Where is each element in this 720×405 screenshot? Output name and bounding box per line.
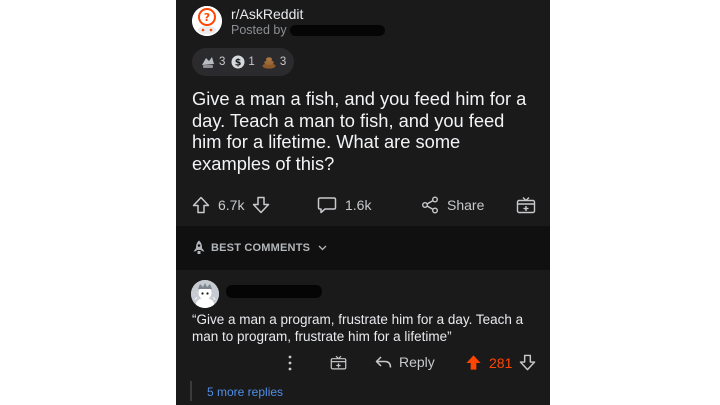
award-silver: 3 xyxy=(200,55,225,69)
post-upvote-count: 6.7k xyxy=(218,197,245,213)
share-label: Share xyxy=(447,197,485,213)
post-action-bar: 6.7k 1.6k Share xyxy=(176,192,550,220)
award-coin: $ 1 xyxy=(231,55,255,69)
comment-vote-group: 281 xyxy=(465,354,536,371)
comment-sort-bar[interactable]: BEST COMMENTS xyxy=(176,226,550,270)
reddit-post-screen: ? r/AskReddit Posted by 3 $ 1 3 Give a m… xyxy=(176,0,550,405)
svg-text:$: $ xyxy=(235,58,242,69)
comment-bubble-icon xyxy=(317,197,337,214)
reply-button[interactable]: Reply xyxy=(375,354,435,370)
sort-dropdown[interactable]: BEST COMMENTS xyxy=(192,240,327,255)
more-options-button[interactable] xyxy=(287,354,293,375)
svg-text:?: ? xyxy=(204,11,210,24)
posted-by-label: Posted by xyxy=(231,23,287,37)
comment-count: 1.6k xyxy=(345,197,372,213)
more-replies-link[interactable]: 5 more replies xyxy=(207,385,283,399)
subreddit-name[interactable]: r/AskReddit xyxy=(231,6,303,22)
subreddit-avatar[interactable]: ? xyxy=(192,6,222,36)
reply-arrow-icon xyxy=(375,355,392,368)
upvote-arrow-icon[interactable] xyxy=(192,196,210,214)
redacted-username xyxy=(289,24,385,36)
vertical-dots-icon xyxy=(288,355,292,371)
comments-button[interactable]: 1.6k xyxy=(317,196,371,214)
downvote-arrow-icon[interactable] xyxy=(252,196,270,214)
downvote-arrow-icon[interactable] xyxy=(519,354,536,371)
poop-award-icon xyxy=(262,57,276,69)
awards-pill[interactable]: 3 $ 1 3 xyxy=(192,48,295,76)
comment-action-bar: Reply 281 xyxy=(176,352,550,376)
give-award-button[interactable] xyxy=(516,196,536,214)
share-icon xyxy=(422,196,438,214)
comment-award-button[interactable] xyxy=(330,354,347,374)
redacted-commenter-name xyxy=(226,285,322,298)
award-poop: 3 xyxy=(261,55,286,69)
posted-by: Posted by xyxy=(231,23,385,37)
vote-group: 6.7k xyxy=(192,196,270,214)
upvote-arrow-filled-icon[interactable] xyxy=(465,354,482,371)
sort-label: BEST COMMENTS xyxy=(211,241,311,254)
share-button[interactable]: Share xyxy=(421,196,484,214)
comment-text: “Give a man a program, frustrate him for… xyxy=(192,312,524,344)
comment-score: 281 xyxy=(489,354,513,371)
post-title[interactable]: Give a man a fish, and you feed him for … xyxy=(192,88,537,174)
gold-coin-icon: $ xyxy=(231,55,245,69)
thread-line xyxy=(190,381,192,401)
gift-award-icon xyxy=(330,355,347,370)
gift-award-icon xyxy=(516,197,536,214)
silver-award-icon xyxy=(202,57,214,68)
reply-label: Reply xyxy=(399,354,435,370)
rocket-icon xyxy=(193,240,205,254)
commenter-avatar[interactable] xyxy=(191,280,219,308)
chevron-down-icon xyxy=(318,245,327,250)
